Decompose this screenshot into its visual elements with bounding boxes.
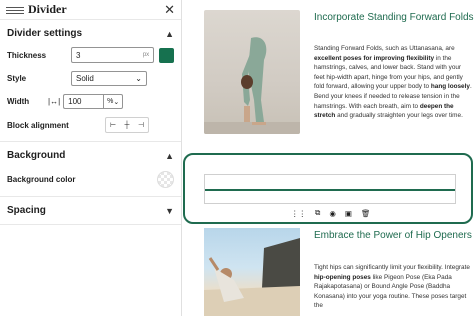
width-label: Width — [7, 97, 30, 106]
visibility-eye-icon[interactable]: ◉ — [329, 209, 336, 218]
width-icon: |↔| — [48, 97, 61, 106]
yoga-pose-illustration — [204, 37, 300, 134]
align-right-icon[interactable]: ⊣ — [134, 118, 148, 132]
panel-toggle-background[interactable]: Background ▲ — [7, 150, 174, 161]
style-value: Solid — [76, 74, 94, 83]
thickness-row: Thickness 3 px — [7, 47, 174, 63]
align-left-icon[interactable]: ⊢ — [106, 118, 120, 132]
paragraph-emphasis: excellent poses for improving flexibilit… — [314, 54, 435, 62]
paragraph-emphasis: hang loosely — [430, 83, 470, 91]
divider-settings-panel: Divider settings ▲ Thickness 3 px Style … — [0, 20, 181, 142]
thickness-label: Thickness — [7, 50, 47, 60]
chevron-up-icon: ▲ — [165, 28, 174, 39]
section-heading-forward-folds[interactable]: Incorporate Standing Forward Folds — [314, 11, 474, 25]
paragraph-text: Standing Forward Folds, such as Uttanasa… — [314, 45, 455, 52]
block-toolbar: ⋮⋮ ⧉ ◉ ▣ 🗑 — [291, 206, 371, 220]
background-color-row: Background color — [7, 171, 174, 188]
duplicate-icon[interactable]: ⧉ — [315, 208, 320, 218]
background-color-swatch[interactable] — [157, 171, 174, 188]
width-row: Width |↔| 100 % ⌄ — [7, 94, 174, 109]
divider-block-icon — [6, 5, 24, 15]
panel-toggle-spacing[interactable]: Spacing ▼ — [7, 205, 174, 216]
width-unit-select[interactable]: % ⌄ — [103, 94, 124, 109]
paragraph-emphasis: hip-opening poses — [314, 273, 371, 281]
width-unit: % — [107, 98, 114, 105]
block-settings-sidebar: Divider ✕ Divider settings ▲ Thickness 3… — [0, 0, 182, 316]
panel-title: Divider settings — [7, 28, 83, 39]
align-center-icon[interactable]: ┼ — [120, 118, 134, 132]
divider-line — [205, 189, 455, 191]
chevron-down-icon: ▼ — [165, 205, 174, 216]
divider-preview — [204, 174, 456, 204]
save-icon[interactable]: ▣ — [345, 209, 352, 218]
chevron-up-icon: ▲ — [165, 150, 174, 161]
trash-icon[interactable]: 🗑 — [361, 209, 371, 218]
background-color-label: Background color — [7, 175, 76, 184]
width-value: 100 — [68, 97, 82, 106]
hip-opener-pose-image[interactable] — [204, 228, 300, 316]
section-heading-hip-openers[interactable]: Embrace the Power of Hip Openers — [314, 229, 474, 243]
sidebar-header: Divider ✕ — [0, 0, 181, 20]
standing-forward-fold-image[interactable] — [204, 10, 300, 134]
alignment-label: Block alignment — [7, 120, 69, 130]
editor-canvas: Incorporate Standing Forward Folds Stand… — [183, 0, 474, 316]
style-label: Style — [7, 74, 27, 83]
panel-title: Spacing — [7, 205, 46, 216]
thickness-input[interactable]: 3 px — [71, 47, 155, 63]
section-paragraph-hip-openers[interactable]: Tight hips can significantly limit your … — [314, 263, 472, 311]
color-swatch-button[interactable] — [159, 47, 174, 63]
section-paragraph-forward-folds[interactable]: Standing Forward Folds, such as Uttanasa… — [314, 44, 472, 121]
panel-toggle-divider-settings[interactable]: Divider settings ▲ — [7, 28, 174, 39]
drag-handle-icon[interactable]: ⋮⋮ — [291, 209, 306, 218]
style-select[interactable]: Solid ⌄ — [71, 71, 147, 86]
panel-title: Background — [7, 150, 66, 161]
close-icon[interactable]: ✕ — [164, 2, 175, 18]
block-title: Divider — [28, 2, 67, 16]
style-row: Style Solid ⌄ — [7, 71, 174, 86]
chevron-down-icon: ⌄ — [135, 74, 142, 83]
paragraph-text: and gradually straighten your legs over … — [335, 112, 463, 120]
background-panel: Background ▲ Background color — [0, 142, 181, 197]
alignment-button-group: ⊢ ┼ ⊣ — [105, 117, 149, 133]
paragraph-text: Tight hips can significantly limit your … — [314, 264, 470, 271]
thickness-unit: px — [142, 52, 150, 58]
alignment-row: Block alignment ⊢ ┼ ⊣ — [7, 117, 174, 133]
thickness-value: 3 — [76, 50, 81, 60]
spacing-panel: Spacing ▼ — [0, 197, 181, 225]
beach-yoga-illustration — [204, 238, 300, 316]
width-input[interactable]: 100 — [63, 94, 104, 109]
